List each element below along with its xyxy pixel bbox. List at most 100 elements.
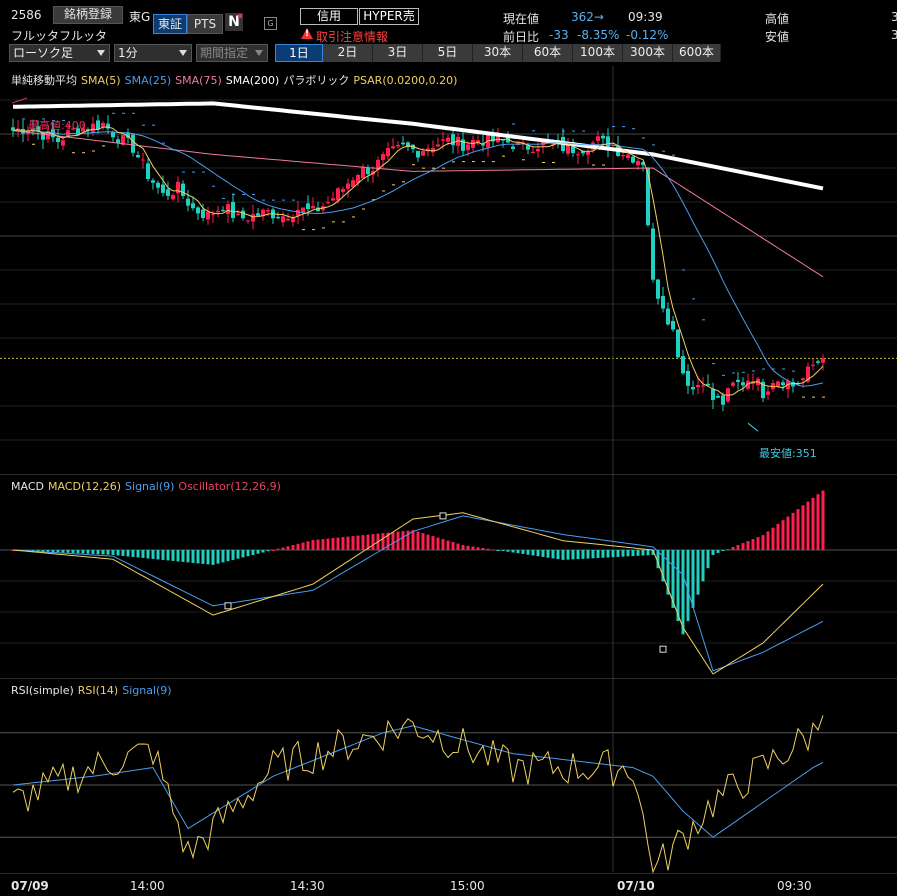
candle-body bbox=[626, 154, 630, 158]
psar-dot bbox=[332, 221, 335, 223]
candle-body bbox=[161, 184, 165, 193]
macd-histogram-bar bbox=[476, 547, 480, 550]
macd-histogram-bar bbox=[86, 550, 90, 554]
candle-body bbox=[511, 146, 515, 150]
macd-histogram-bar bbox=[66, 550, 70, 553]
psar-dot bbox=[742, 371, 745, 373]
candle-body bbox=[366, 167, 370, 175]
candle-body bbox=[196, 207, 200, 214]
macd-histogram-bar bbox=[46, 550, 50, 552]
candle-body bbox=[111, 131, 115, 138]
candle-body bbox=[251, 214, 255, 222]
macd-histogram-bar bbox=[241, 550, 245, 558]
candle-body bbox=[281, 216, 285, 223]
psar-dot bbox=[572, 130, 575, 132]
macd-histogram-bar bbox=[161, 550, 165, 560]
macd-histogram-bar bbox=[416, 531, 420, 550]
psar-dot bbox=[282, 199, 285, 201]
psar-dot bbox=[362, 208, 365, 210]
macd-histogram-bar bbox=[751, 539, 755, 550]
candle-body bbox=[336, 188, 340, 201]
candle-body bbox=[631, 156, 635, 163]
macd-histogram-bar bbox=[301, 542, 305, 550]
psar-dot bbox=[242, 193, 245, 195]
macd-histogram-bar bbox=[391, 532, 395, 550]
candle-body bbox=[346, 183, 350, 189]
candle-body bbox=[276, 216, 280, 219]
candle-body bbox=[311, 206, 315, 209]
candle-body bbox=[736, 379, 740, 383]
macd-histogram-bar bbox=[281, 547, 285, 550]
macd-histogram-bar bbox=[766, 531, 770, 550]
psar-dot bbox=[792, 370, 795, 372]
candle-body bbox=[146, 163, 150, 180]
psar-dot bbox=[342, 221, 345, 223]
macd-histogram-bar bbox=[176, 550, 180, 562]
macd-histogram-bar bbox=[521, 550, 525, 554]
macd-histogram-bar bbox=[181, 550, 185, 562]
macd-histogram-bar bbox=[206, 550, 210, 565]
psar-dot bbox=[352, 216, 355, 218]
candle-body bbox=[441, 139, 445, 141]
macd-histogram-bar bbox=[191, 550, 195, 563]
macd-histogram-bar bbox=[531, 550, 535, 556]
candle-body bbox=[266, 210, 270, 212]
psar-dot bbox=[722, 374, 725, 376]
candle-body bbox=[361, 166, 365, 179]
macd-histogram-bar bbox=[356, 535, 360, 550]
psar-dot bbox=[552, 162, 555, 164]
psar-dot bbox=[602, 164, 605, 166]
candle-body bbox=[721, 395, 725, 405]
macd-histogram-bar bbox=[731, 547, 735, 550]
macd-histogram-bar bbox=[341, 537, 345, 550]
macd-histogram-bar bbox=[776, 523, 780, 550]
macd-histogram-bar bbox=[146, 550, 150, 559]
psar-dot bbox=[642, 137, 645, 139]
psar-dot bbox=[812, 396, 815, 398]
candle-body bbox=[191, 203, 195, 209]
psar-dot bbox=[312, 229, 315, 231]
candle-body bbox=[781, 382, 785, 386]
psar-dot bbox=[222, 197, 225, 199]
macd-histogram-bar bbox=[351, 536, 355, 550]
candle-body bbox=[246, 220, 250, 222]
macd-histogram-bar bbox=[746, 541, 750, 550]
macd-histogram-bar bbox=[126, 550, 130, 557]
macd-histogram-bar bbox=[491, 549, 495, 551]
low-annotation: 最安値:351 bbox=[759, 447, 817, 460]
macd-histogram-bar bbox=[216, 550, 220, 564]
macd-histogram-bar bbox=[136, 550, 140, 558]
candle-body bbox=[156, 182, 160, 188]
time-axis-label-2: 14:30 bbox=[290, 879, 325, 893]
macd-histogram-bar bbox=[61, 550, 65, 553]
candle-body bbox=[201, 209, 205, 219]
macd-histogram-bar bbox=[821, 490, 825, 550]
macd-histogram-bar bbox=[166, 550, 170, 561]
macd-histogram-bar bbox=[516, 550, 520, 554]
macd-histogram-bar bbox=[106, 550, 110, 555]
candle-body bbox=[241, 210, 245, 219]
psar-dot bbox=[122, 112, 125, 114]
macd-histogram-bar bbox=[571, 550, 575, 560]
psar-dot bbox=[622, 126, 625, 128]
macd-histogram-bar bbox=[96, 550, 100, 555]
psar-dot bbox=[462, 161, 465, 163]
macd-cross-marker bbox=[224, 602, 232, 610]
psar-dot bbox=[92, 150, 95, 152]
macd-histogram-bar bbox=[641, 550, 645, 556]
macd-histogram-bar bbox=[561, 550, 565, 560]
candle-body bbox=[731, 382, 735, 386]
psar-dot bbox=[182, 171, 185, 173]
psar-dot bbox=[192, 171, 195, 173]
macd-histogram-bar bbox=[296, 543, 300, 550]
psar-dot bbox=[472, 161, 475, 163]
candle-body bbox=[416, 150, 420, 158]
candle-body bbox=[536, 148, 540, 152]
psar-dot bbox=[142, 124, 145, 126]
psar-dot bbox=[412, 164, 415, 166]
macd-histogram-bar bbox=[556, 550, 560, 560]
psar-dot bbox=[762, 368, 765, 370]
macd-histogram-bar bbox=[261, 550, 265, 553]
candle-body bbox=[206, 211, 210, 220]
macd-histogram-bar bbox=[816, 494, 820, 550]
